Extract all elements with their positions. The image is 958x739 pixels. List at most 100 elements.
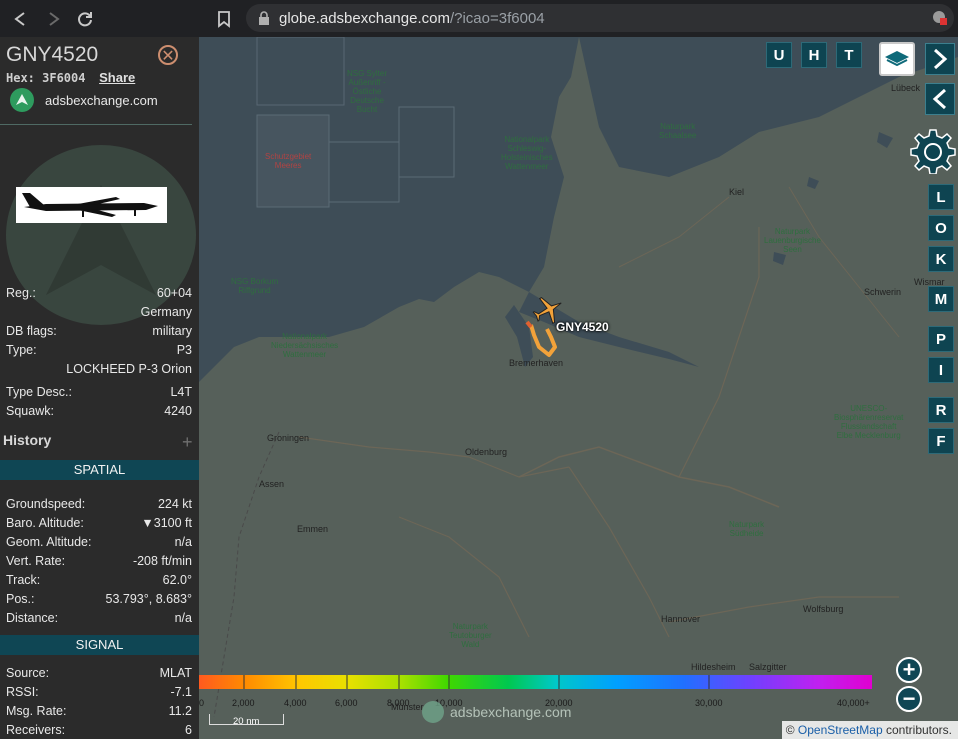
- spatial-value: n/a: [174, 611, 192, 625]
- reload-button[interactable]: [74, 8, 96, 30]
- hex-code: Hex: 3F6004: [6, 71, 86, 85]
- openstreetmap-link[interactable]: OpenStreetMap: [798, 723, 883, 737]
- altitude-legend: [199, 675, 872, 689]
- map-area-label-line: Naturpark: [452, 622, 488, 631]
- settings-button[interactable]: [910, 128, 956, 174]
- address-bar[interactable]: globe.adsbexchange.com/?icao=3f6004: [246, 4, 954, 32]
- map-area-label-line: Südheide: [729, 529, 764, 538]
- spatial-label: Track:: [6, 573, 41, 587]
- map-area-label: NSG Borkum Riffgrund: [231, 277, 278, 295]
- detail-row: LOCKHEED P-3 Orion: [6, 362, 192, 380]
- divider: [0, 124, 192, 125]
- adsbexchange-link[interactable]: adsbexchange.com: [45, 93, 158, 108]
- spatial-value: n/a: [174, 535, 192, 549]
- close-panel-button[interactable]: ✕: [158, 45, 178, 65]
- detail-value: LOCKHEED P-3 Orion: [66, 362, 192, 376]
- spatial-row: Track: 62.0°: [6, 573, 192, 591]
- map-area-label-line: Wattenmeer: [282, 350, 327, 359]
- spatial-label: Vert. Rate:: [6, 554, 66, 568]
- map-place-label: Lübeck: [891, 83, 921, 93]
- map-place-label: Wolfsburg: [803, 604, 844, 614]
- detail-label: Squawk:: [6, 404, 54, 418]
- map-place-label: Groningen: [267, 433, 310, 443]
- chevron-right-icon: [933, 48, 948, 70]
- map-button-i[interactable]: I: [928, 357, 954, 383]
- map-button-p[interactable]: P: [928, 326, 954, 352]
- map-area-label-line: Biosphärenreservat: [834, 413, 904, 422]
- expand-sidebar-button[interactable]: [925, 43, 955, 75]
- hex-line: Hex: 3F6004 Share: [6, 70, 135, 85]
- detail-row: DB flags: military: [6, 324, 192, 342]
- attribution-prefix: ©: [785, 723, 795, 737]
- spatial-label: Groundspeed:: [6, 497, 86, 511]
- map-area-label-line: Schleswig-: [507, 144, 547, 153]
- map-area-label-line: Östliche: [352, 87, 382, 96]
- close-icon: ✕: [161, 48, 175, 65]
- altitude-tick-label: 2,000: [232, 698, 255, 708]
- map-area-label: Nationalpark Schleswig- Holsteinisches Watt…: [501, 135, 553, 171]
- detail-row: Squawk: 4240: [6, 404, 192, 422]
- spatial-label: Geom. Altitude:: [6, 535, 92, 549]
- altitude-tick-label: 6,000: [335, 698, 358, 708]
- map-button-k[interactable]: K: [928, 246, 954, 272]
- map-area-label-line: Wattenmeer: [505, 162, 549, 171]
- map-area-label-line: Elbe Mecklenburg: [836, 431, 901, 440]
- spatial-row: Pos.: 53.793°, 8.683°: [6, 592, 192, 610]
- share-link[interactable]: Share: [99, 70, 135, 85]
- map-canvas[interactable]: [199, 37, 958, 739]
- spatial-value: 62.0°: [162, 573, 192, 587]
- altitude-tick-label: 8,000: [387, 698, 410, 708]
- map-place-label: Bremerhaven: [509, 358, 564, 368]
- detail-label: Reg.:: [6, 286, 36, 300]
- zoom-in-button[interactable]: +: [896, 657, 922, 683]
- adsbexchange-logo-icon[interactable]: [10, 88, 34, 112]
- map-area-label-line: Naturpark: [660, 122, 696, 131]
- aircraft-photo[interactable]: [16, 187, 167, 223]
- signal-header[interactable]: SIGNAL: [0, 635, 199, 655]
- signal-value: 6: [185, 723, 192, 737]
- map-button-o[interactable]: O: [928, 215, 954, 241]
- browser-toolbar: globe.adsbexchange.com/?icao=3f6004: [0, 0, 958, 37]
- map-area-label-line: Niedersächsisches: [271, 341, 339, 350]
- map-area-label-line: Bucht: [356, 105, 378, 114]
- map-button-r[interactable]: R: [928, 397, 954, 423]
- signal-row: Msg. Rate: 11.2: [6, 704, 192, 722]
- spatial-header[interactable]: SPATIAL: [0, 460, 199, 480]
- bookmark-icon[interactable]: [214, 8, 234, 30]
- map-area-label: Naturpark Lauenburgische Seen: [764, 227, 821, 254]
- map-button-m[interactable]: M: [928, 286, 954, 312]
- layers-button[interactable]: [879, 42, 915, 76]
- map-area-label-line: UNESCO-: [850, 404, 888, 413]
- map-watermark: adsbexchange.com: [450, 704, 572, 720]
- signal-row: RSSI: -7.1: [6, 685, 192, 703]
- map-area-label-line: Naturpark: [774, 227, 811, 236]
- extension-icon[interactable]: [932, 10, 948, 26]
- signal-row: Source: MLAT: [6, 666, 192, 684]
- back-button[interactable]: [10, 8, 32, 30]
- collapse-sidebar-button[interactable]: [925, 83, 955, 115]
- map-area-label: UNESCO- Biosphärenreservat Flusslandschaft…: [834, 404, 903, 440]
- map-area-label: Nationalpark Niedersächsisches Wattenmeer: [271, 332, 338, 359]
- detail-row: Germany: [6, 305, 192, 323]
- map-area-label-line: Flusslandschaft: [840, 422, 897, 431]
- zoom-out-button[interactable]: −: [896, 686, 922, 712]
- map-place-label: Schwerin: [864, 287, 902, 297]
- map-button-u[interactable]: U: [766, 42, 792, 68]
- history-expand-button[interactable]: +: [182, 432, 193, 453]
- map-button-f[interactable]: F: [928, 428, 954, 454]
- map-button-h[interactable]: H: [801, 42, 827, 68]
- detail-label: Type Desc.:: [6, 385, 72, 399]
- flight-label[interactable]: GNY4520: [556, 320, 609, 334]
- lock-icon: [259, 11, 269, 25]
- map-area-label-line: Meeres: [274, 161, 302, 170]
- layers-icon: [885, 51, 909, 67]
- map-button-t[interactable]: T: [836, 42, 862, 68]
- map-button-l[interactable]: L: [928, 184, 954, 210]
- chevron-left-icon: [932, 88, 947, 110]
- map-area-label-line: NSG Borkum: [231, 277, 279, 286]
- forward-button[interactable]: [42, 8, 64, 30]
- detail-row: Type: P3: [6, 343, 192, 361]
- history-title: History: [3, 432, 52, 448]
- map-view[interactable]: GNY4520 Kiel Bremerhaven Oldenburg Groninge…: [199, 37, 958, 739]
- forward-arrow-icon: [49, 12, 60, 26]
